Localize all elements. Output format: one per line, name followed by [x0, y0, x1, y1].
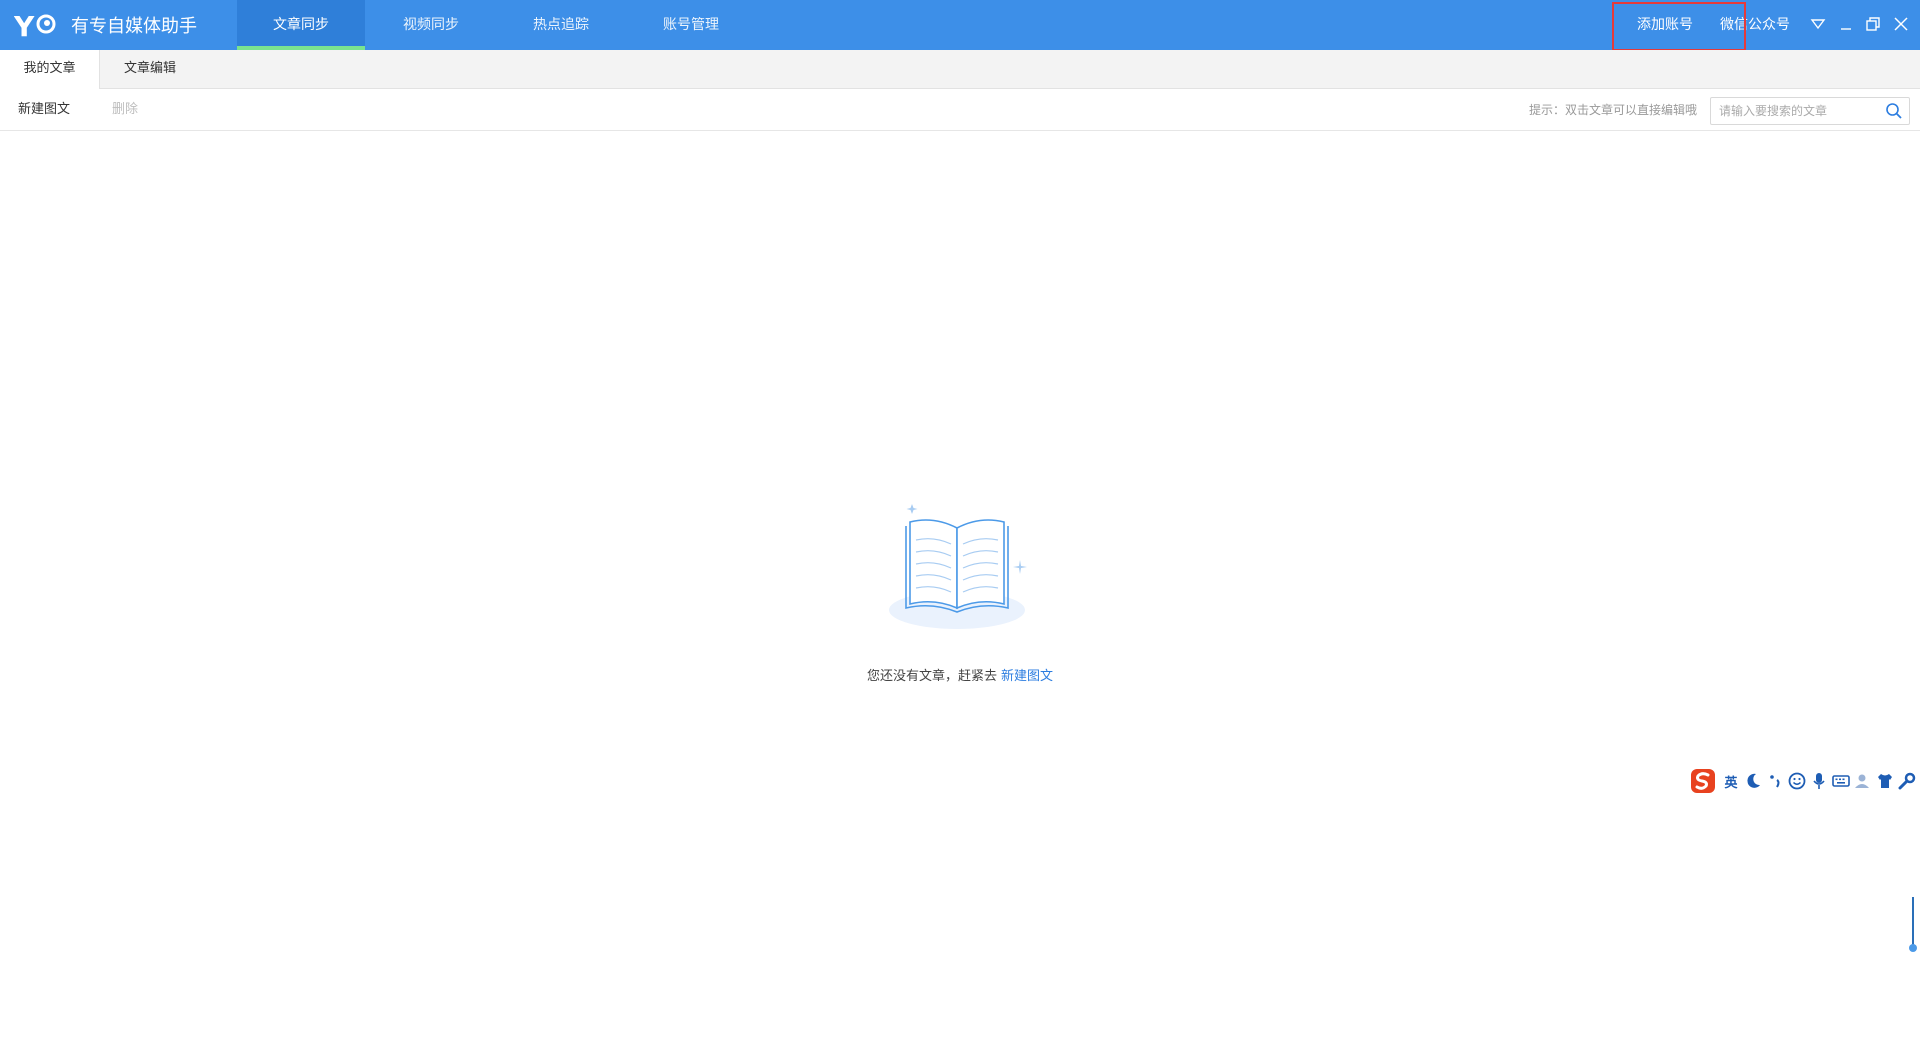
empty-state-message: 您还没有文章，赶紧去 新建图文 [0, 665, 1920, 684]
tab-account-management[interactable]: 账号管理 [627, 0, 755, 50]
search-box [1710, 97, 1910, 125]
moon-icon[interactable] [1742, 770, 1764, 792]
ime-mode-indicator[interactable]: 英 [1720, 770, 1742, 792]
user-icon[interactable] [1852, 770, 1874, 792]
subtab-my-articles[interactable]: 我的文章 [0, 50, 100, 90]
delete-button[interactable]: 删除 [112, 89, 138, 131]
microphone-icon[interactable] [1808, 770, 1830, 792]
skin-shirt-icon[interactable] [1874, 770, 1896, 792]
wechat-mp-button[interactable]: 微信公众号 [1720, 0, 1790, 50]
search-input[interactable] [1711, 98, 1881, 124]
subtab-article-edit[interactable]: 文章编辑 [100, 50, 200, 89]
minimize-icon[interactable] [1835, 13, 1857, 35]
sogou-logo-icon[interactable] [1690, 768, 1716, 794]
search-icon[interactable] [1885, 102, 1903, 120]
tab-video-sync[interactable]: 视频同步 [367, 0, 495, 50]
restore-icon[interactable] [1862, 13, 1884, 35]
add-account-button[interactable]: 添加账号 [1637, 0, 1693, 50]
new-article-button[interactable]: 新建图文 [18, 89, 70, 131]
close-icon[interactable] [1890, 13, 1912, 35]
title-bar: Y 有专自媒体助手 文章同步 视频同步 热点追踪 账号管理 添加账号 微信公众号 [0, 0, 1920, 51]
tab-article-sync[interactable]: 文章同步 [237, 0, 365, 50]
wrench-settings-icon[interactable] [1896, 770, 1918, 792]
open-book-illustration [889, 504, 1027, 629]
ime-toolbar: 英 [1690, 767, 1920, 795]
toolbar: 新建图文 删除 提示：双击文章可以直接编辑哦 [0, 89, 1920, 131]
floating-scroll-handle[interactable] [1908, 895, 1918, 955]
dropdown-menu-icon[interactable] [1807, 13, 1829, 35]
keyboard-icon[interactable] [1830, 770, 1852, 792]
empty-state-text: 您还没有文章，赶紧去 [866, 669, 997, 684]
svg-text:Y: Y [14, 10, 35, 42]
app-name: 有专自媒体助手 [71, 16, 197, 37]
hint-text: 提示：双击文章可以直接编辑哦 [1528, 103, 1697, 117]
emoji-icon[interactable] [1786, 770, 1808, 792]
app-logo-icon: Y [14, 10, 56, 42]
punctuation-icon[interactable] [1764, 770, 1786, 792]
sub-tab-bar: 我的文章 文章编辑 [0, 50, 1920, 90]
empty-state-new-article-link[interactable]: 新建图文 [1001, 669, 1053, 684]
tab-hot-topics[interactable]: 热点追踪 [497, 0, 625, 50]
